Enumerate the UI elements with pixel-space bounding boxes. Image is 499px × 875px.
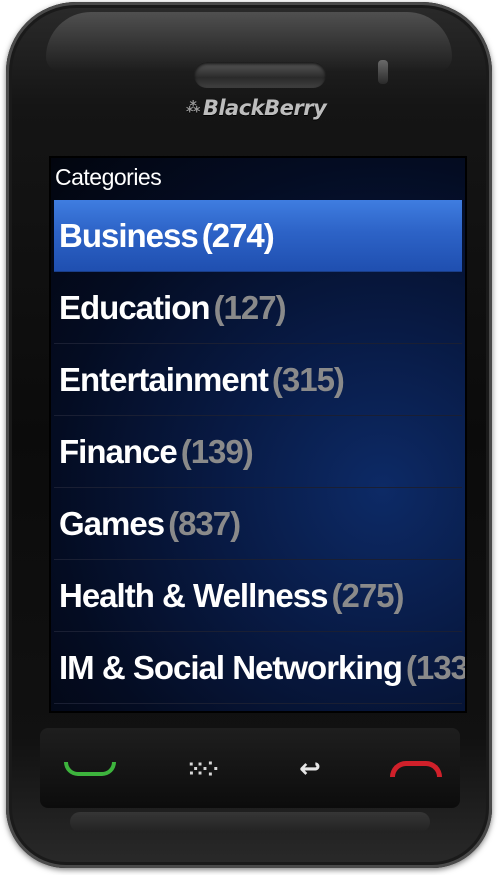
phone-bottom-highlight [70, 812, 430, 832]
category-count: (275) [331, 576, 404, 614]
earpiece-speaker [194, 62, 326, 88]
category-count: (274) [201, 216, 275, 254]
back-icon: ↩ [299, 754, 321, 784]
brand-name: BlackBerry [202, 96, 327, 120]
category-name: Entertainment [59, 360, 269, 398]
category-item-business[interactable]: Business (274) [54, 200, 462, 272]
category-count: (139) [180, 432, 254, 470]
screen-title: Categories [55, 164, 162, 190]
category-name: Games [59, 504, 165, 542]
end-call-button[interactable] [386, 754, 446, 784]
notification-led [378, 60, 388, 84]
brand-logo: ⁂ BlackBerry [186, 96, 346, 122]
category-item-games[interactable]: Games (837) [54, 488, 462, 560]
category-item-im-social-networking[interactable]: IM & Social Networking(133) [54, 632, 465, 704]
category-item-health-wellness[interactable]: Health & Wellness (275) [54, 560, 462, 632]
back-button[interactable]: ↩ [280, 754, 340, 784]
category-list: Business (274) Education (127) Entertainme… [54, 200, 465, 704]
hardware-key-bar: ⁙⁘ ↩ [40, 728, 460, 808]
category-name: Business [59, 216, 199, 254]
menu-button[interactable]: ⁙⁘ [172, 754, 232, 784]
category-item-education[interactable]: Education (127) [54, 272, 462, 344]
category-name: IM & Social Networking [59, 648, 403, 686]
call-button[interactable] [60, 754, 120, 784]
device-screen: Categories Business (274) Education (127) … [49, 156, 467, 713]
call-icon [64, 762, 116, 776]
category-name: Health & Wellness [59, 576, 328, 614]
category-item-entertainment[interactable]: Entertainment (315) [54, 344, 462, 416]
category-name: Education [59, 288, 211, 326]
category-count: (127) [213, 288, 287, 326]
category-count: (315) [271, 360, 345, 398]
category-item-finance[interactable]: Finance (139) [54, 416, 462, 488]
blackberry-logo-icon: ⁂ [186, 100, 200, 116]
category-name: Finance [59, 432, 178, 470]
category-count: (133) [405, 648, 467, 686]
blackberry-menu-icon: ⁙⁘ [187, 757, 218, 781]
category-count: (837) [168, 504, 241, 542]
end-call-icon [390, 761, 442, 777]
